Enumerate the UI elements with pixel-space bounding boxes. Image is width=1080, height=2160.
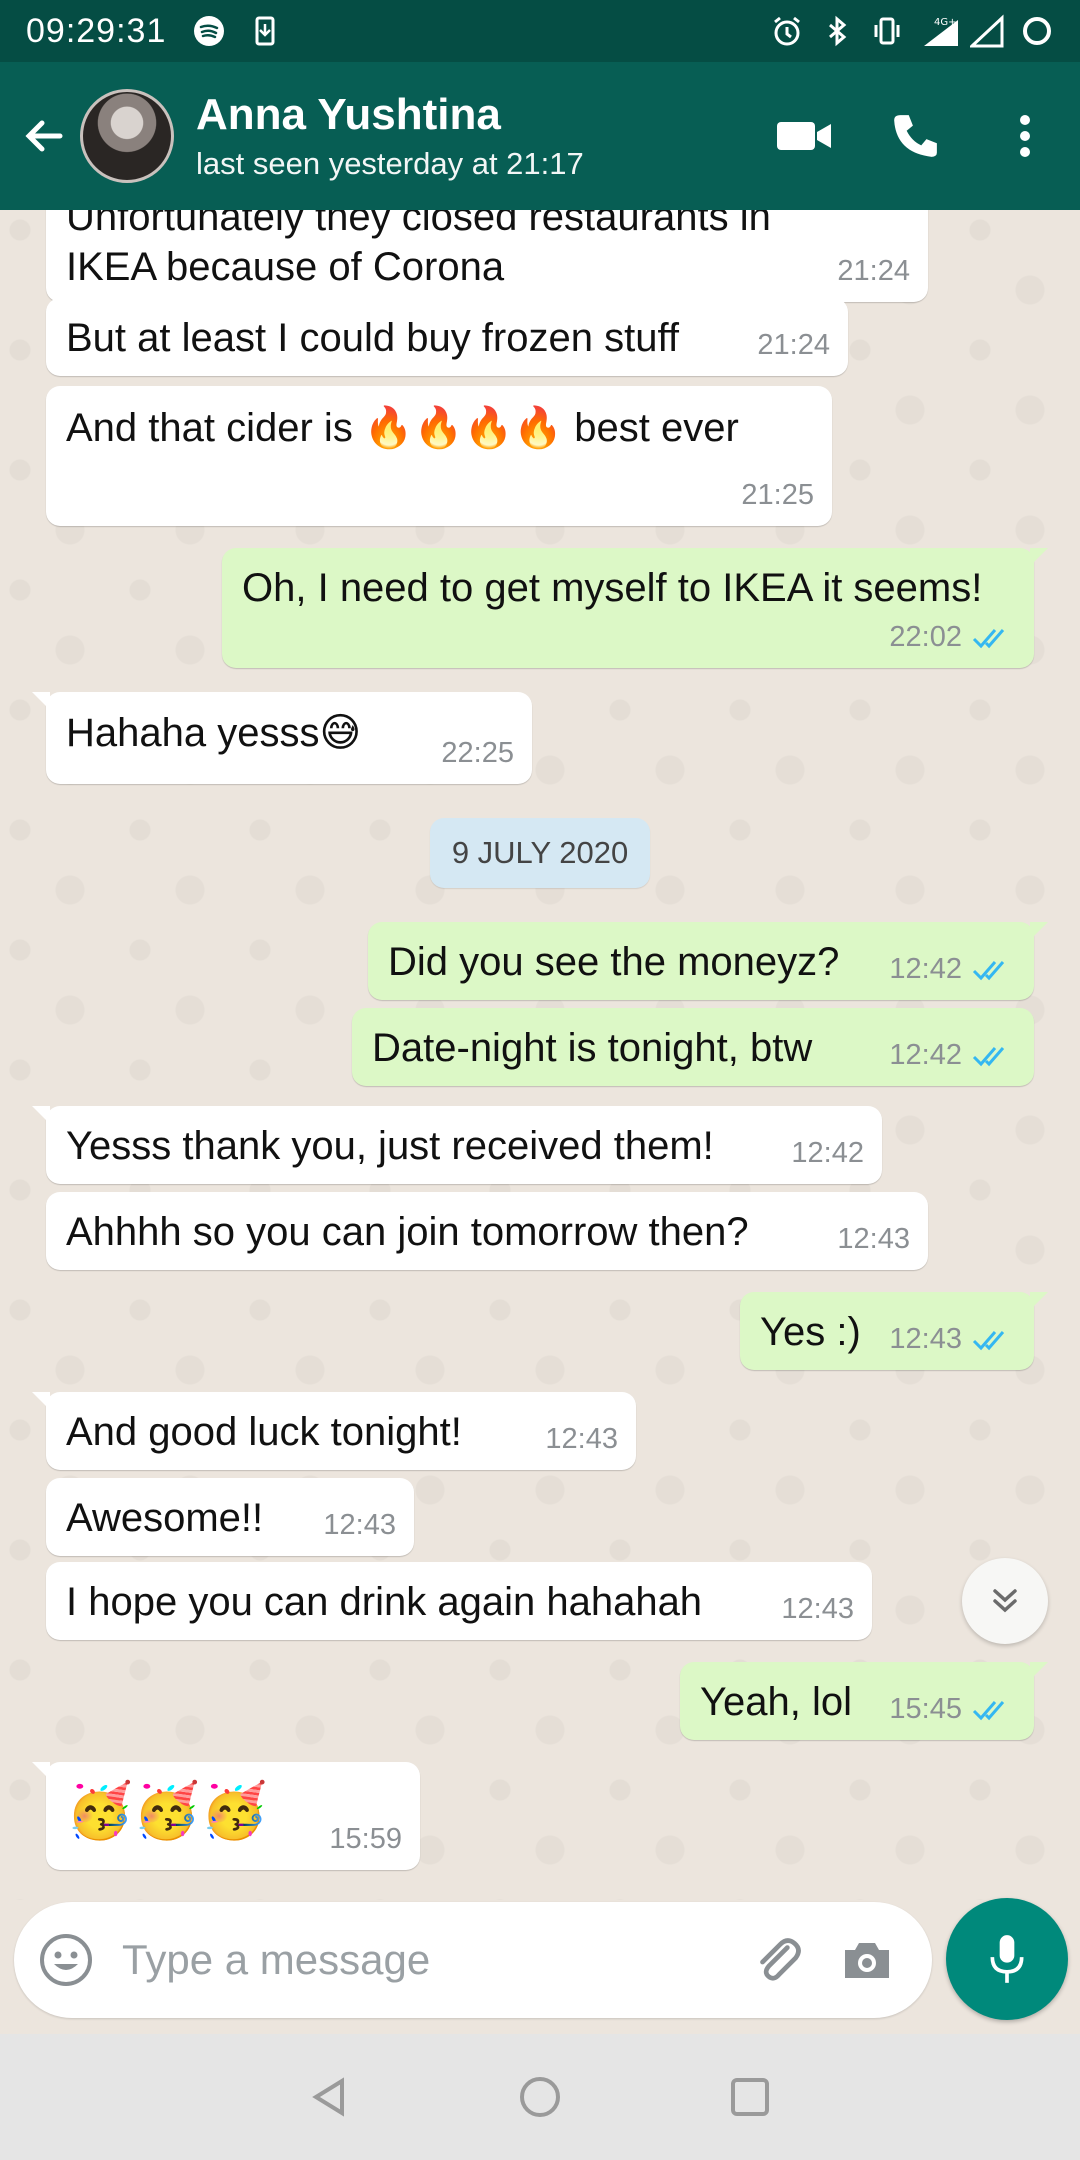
read-receipt-icon: [972, 628, 1005, 648]
message-meta: 21:24: [757, 329, 830, 362]
system-nav-bar: [0, 2034, 1080, 2160]
message-text: Awesome!!: [66, 1496, 264, 1540]
message-incoming[interactable]: But at least I could buy frozen stuff 21…: [46, 298, 848, 376]
message-incoming[interactable]: Awesome!! 12:43: [46, 1478, 414, 1556]
chat-header: Anna Yushtina last seen yesterday at 21:…: [0, 62, 1080, 210]
read-receipt-icon: [972, 1330, 1005, 1350]
signal-icon: [968, 14, 1004, 48]
message-text: Yes :): [760, 1310, 861, 1354]
message-text: Did you see the moneyz?: [388, 940, 840, 984]
message-time: 21:25: [741, 479, 814, 511]
contact-name: Anna Yushtina: [196, 90, 501, 139]
message-text: Yeah, lol: [700, 1680, 852, 1724]
nav-recents-icon[interactable]: [720, 2067, 780, 2127]
message-time: 12:42: [889, 953, 962, 985]
message-text: Hahaha yesss😅: [66, 711, 362, 755]
message-text: Ahhhh so you can join tomorrow then?: [66, 1210, 749, 1254]
read-receipt-icon: [972, 1700, 1005, 1720]
more-vert-icon[interactable]: [970, 81, 1080, 191]
vibrate-icon: [870, 14, 904, 48]
message-meta: 22:02: [889, 621, 1016, 654]
message-text: I hope you can drink again hahahah: [66, 1580, 703, 1624]
message-text: And that cider is 🔥🔥🔥🔥 best ever: [66, 406, 739, 450]
message-meta: 12:43: [781, 1593, 854, 1626]
message-meta: 12:43: [323, 1509, 396, 1542]
message-time: 21:24: [757, 329, 830, 361]
emoji-icon[interactable]: [34, 1928, 98, 1992]
message-time: 22:02: [889, 621, 962, 653]
message-time: 12:43: [545, 1423, 618, 1455]
message-meta: 12:43: [837, 1223, 910, 1256]
message-text: Oh, I need to get myself to IKEA it seem…: [242, 566, 983, 610]
message-text: But at least I could buy frozen stuff: [66, 316, 679, 360]
camera-icon[interactable]: [822, 1915, 912, 2005]
message-meta: 15:59: [329, 1823, 402, 1856]
download-icon: [248, 14, 282, 48]
message-meta: 12:42: [791, 1137, 864, 1170]
spotify-icon: [192, 14, 226, 48]
read-receipt-icon: [972, 1046, 1005, 1066]
status-time: 09:29:31: [26, 11, 167, 50]
scroll-down-icon[interactable]: [962, 1558, 1048, 1644]
message-time: 12:42: [889, 1039, 962, 1071]
alarm-icon: [770, 14, 804, 48]
message-input[interactable]: Type a message: [122, 1936, 732, 1984]
message-outgoing[interactable]: Oh, I need to get myself to IKEA it seem…: [222, 548, 1048, 668]
message-time: 12:43: [323, 1509, 396, 1541]
message-time: 12:43: [781, 1593, 854, 1625]
message-composer: Type a message: [14, 1902, 932, 2018]
message-incoming[interactable]: Yesss thank you, just received them! 12:…: [32, 1106, 882, 1184]
message-outgoing[interactable]: Did you see the moneyz? 12:42: [368, 922, 1048, 1000]
bluetooth-icon: [820, 14, 854, 48]
message-text: 🥳🥳🥳: [66, 1781, 268, 1841]
message-text: Unfortunately they closed restaurants in…: [66, 210, 771, 289]
network-4g-icon: 4G+: [920, 14, 958, 48]
attach-icon[interactable]: [732, 1915, 822, 2005]
date-divider: 9 JULY 2020: [430, 818, 650, 888]
message-meta: 21:24: [837, 255, 910, 288]
contact-info[interactable]: Anna Yushtina last seen yesterday at 21:…: [196, 90, 584, 182]
nav-home-icon[interactable]: [510, 2067, 570, 2127]
message-meta: 12:43: [545, 1423, 618, 1456]
video-call-icon[interactable]: [750, 81, 860, 191]
message-incoming[interactable]: Unfortunately they closed restaurants in…: [46, 210, 928, 302]
back-arrow-icon[interactable]: [14, 106, 74, 166]
message-time: 21:24: [837, 255, 910, 287]
message-incoming[interactable]: And good luck tonight! 12:43: [32, 1392, 636, 1470]
message-meta: 12:42: [889, 1039, 1016, 1072]
message-incoming[interactable]: I hope you can drink again hahahah 12:43: [46, 1562, 872, 1640]
message-time: 22:25: [441, 737, 514, 769]
battery-icon: [1020, 14, 1054, 48]
status-bar: 09:29:31 4G+: [0, 0, 1080, 62]
message-meta: 12:43: [889, 1323, 1016, 1356]
message-meta: 12:42: [889, 953, 1016, 986]
message-text: Yesss thank you, just received them!: [66, 1124, 714, 1168]
phone-icon[interactable]: [860, 81, 970, 191]
message-incoming[interactable]: And that cider is 🔥🔥🔥🔥 best ever 21:25: [46, 386, 832, 526]
message-outgoing[interactable]: Yes :) 12:43: [740, 1292, 1048, 1370]
message-meta: 15:45: [889, 1693, 1016, 1726]
read-receipt-icon: [972, 960, 1005, 980]
message-list[interactable]: Unfortunately they closed restaurants in…: [0, 210, 1080, 1900]
message-meta: 22:25: [441, 737, 514, 770]
message-time: 12:43: [889, 1323, 962, 1355]
last-seen: last seen yesterday at 21:17: [196, 146, 584, 181]
nav-back-icon[interactable]: [300, 2067, 360, 2127]
message-time: 15:59: [329, 1823, 402, 1855]
message-incoming[interactable]: Hahaha yesss😅 22:25: [32, 692, 532, 784]
message-text: Date-night is tonight, btw: [372, 1026, 813, 1070]
message-time: 12:42: [791, 1137, 864, 1169]
message-outgoing[interactable]: Date-night is tonight, btw 12:42: [352, 1008, 1034, 1086]
message-time: 15:45: [889, 1693, 962, 1725]
message-meta: 21:25: [741, 479, 814, 512]
avatar[interactable]: [80, 89, 174, 183]
message-outgoing[interactable]: Yeah, lol 15:45: [680, 1662, 1048, 1740]
message-text: And good luck tonight!: [66, 1410, 462, 1454]
message-incoming[interactable]: Ahhhh so you can join tomorrow then? 12:…: [46, 1192, 928, 1270]
message-incoming[interactable]: 🥳🥳🥳 15:59: [32, 1762, 420, 1870]
message-time: 12:43: [837, 1223, 910, 1255]
mic-icon[interactable]: [946, 1898, 1068, 2020]
